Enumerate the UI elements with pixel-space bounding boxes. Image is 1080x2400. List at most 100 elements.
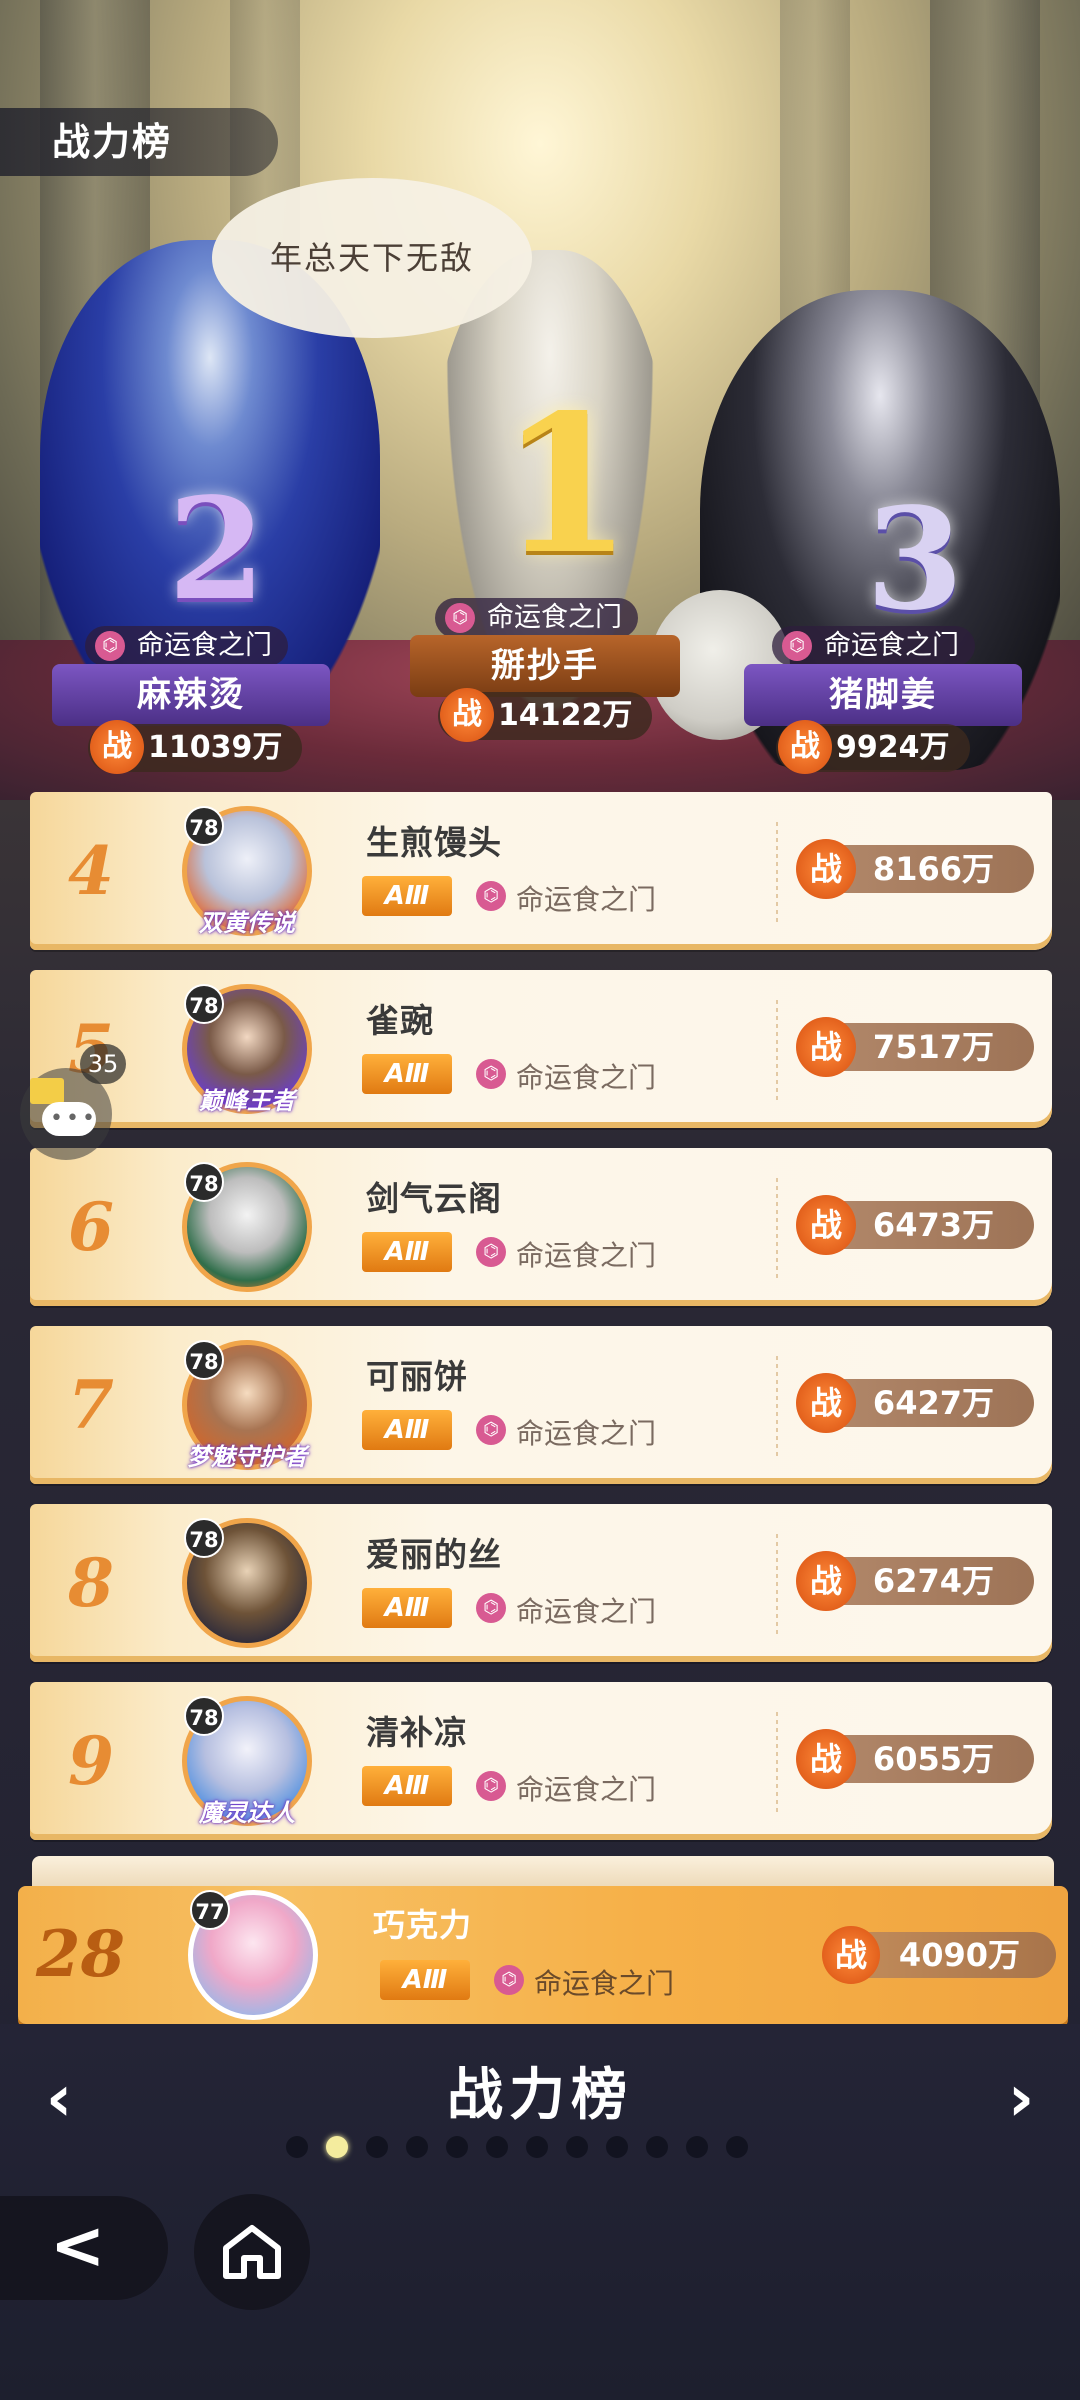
podium-3-name[interactable]: 猪脚姜	[744, 664, 1022, 726]
page-dot[interactable]	[486, 2136, 508, 2158]
power-icon: 战	[90, 720, 144, 774]
guild-name: 命运食之门	[516, 883, 657, 916]
next-board-arrow[interactable]: ›	[986, 2064, 1056, 2134]
page-dot[interactable]	[686, 2136, 708, 2158]
home-button[interactable]	[194, 2194, 310, 2310]
title-badge: 梦魅守护者	[187, 1443, 307, 1471]
podium-2-name[interactable]: 麻辣烫	[52, 664, 330, 726]
page-dot[interactable]	[286, 2136, 308, 2158]
guild-name: 命运食之门	[516, 1417, 657, 1450]
podium-2-power: 战 11039万	[88, 720, 303, 774]
guild-label: ⌬ 命运食之门	[476, 1412, 656, 1452]
player-name: 生煎馒头	[366, 823, 502, 862]
table-row[interactable]: 8 78 爱丽的丝 AⅢ ⌬ 命运食之门 战 6274万	[30, 1504, 1052, 1662]
level-badge: 78	[184, 1518, 224, 1558]
player-name: 可丽饼	[366, 1357, 468, 1396]
guild-name: 命运食之门	[516, 1595, 657, 1628]
player-avatar[interactable]: 78	[182, 1162, 312, 1292]
guild-icon: ⌬	[95, 631, 125, 661]
row-divider	[776, 1712, 778, 1812]
row-rank: 9	[68, 1722, 114, 1800]
guild-icon: ⌬	[476, 1771, 506, 1801]
level-badge: 77	[190, 1890, 230, 1930]
my-name: 巧克力	[373, 1906, 473, 1944]
power-value: 4090万	[898, 1936, 1020, 1974]
guild-icon: ⌬	[494, 1965, 524, 1995]
table-row[interactable]: 4 78 双黄传说 生煎馒头 AⅢ ⌬ 命运食之门 战 8166万	[30, 792, 1052, 950]
row-rank: 4	[68, 832, 114, 910]
page-dot[interactable]	[566, 2136, 588, 2158]
page-title: 战力榜	[0, 108, 278, 176]
guild-icon: ⌬	[476, 1059, 506, 1089]
page-indicator[interactable]	[286, 2136, 748, 2162]
podium-1-name[interactable]: 掰抄手	[410, 635, 680, 697]
home-icon	[223, 2225, 281, 2279]
row-divider	[776, 1178, 778, 1278]
my-avatar[interactable]: 77	[188, 1890, 318, 2020]
tier-badge: AⅢ	[362, 1054, 452, 1094]
power-pill: 战 7517万	[796, 1017, 1034, 1077]
page-dot[interactable]	[526, 2136, 548, 2158]
page-dot[interactable]	[606, 2136, 628, 2158]
player-avatar[interactable]: 78 梦魅守护者	[182, 1340, 312, 1471]
page-dot[interactable]	[326, 2136, 348, 2158]
table-row[interactable]: 5 78 巅峰王者 雀豌 AⅢ ⌬ 命运食之门 战 7517万	[30, 970, 1052, 1128]
guild-icon: ⌬	[476, 881, 506, 911]
board-title: 战力榜	[447, 2063, 633, 2128]
podium-2-guild-label: 命运食之门	[137, 630, 272, 661]
row-rank: 8	[68, 1544, 114, 1622]
guild-label: ⌬ 命运食之门	[476, 1768, 656, 1808]
guild-name: 命运食之门	[516, 1239, 657, 1272]
guild-name: 命运食之门	[534, 1967, 675, 2000]
power-pill: 战 6427万	[796, 1373, 1034, 1433]
row-divider	[776, 1356, 778, 1456]
my-ranking-row[interactable]: 28 77 巧克力 AⅢ ⌬ 命运食之门 战 4090万	[18, 1886, 1068, 2024]
guild-label: ⌬ 命运食之门	[494, 1962, 674, 2002]
power-icon: 战	[778, 720, 832, 774]
guild-icon: ⌬	[782, 631, 812, 661]
chat-unread-count: 35	[80, 1044, 126, 1084]
level-badge: 78	[184, 806, 224, 846]
row-rank: 7	[68, 1366, 114, 1444]
podium-2-guild: ⌬ 命运食之门	[85, 626, 288, 666]
power-pill: 战 6274万	[796, 1551, 1034, 1611]
level-badge: 78	[184, 1696, 224, 1736]
power-pill: 战 8166万	[796, 839, 1034, 899]
player-avatar[interactable]: 78 魔灵达人	[182, 1696, 312, 1827]
guild-label: ⌬ 命运食之门	[476, 1590, 656, 1630]
level-badge: 78	[184, 1340, 224, 1380]
prev-board-arrow[interactable]: ‹	[24, 2064, 94, 2134]
table-row[interactable]: 9 78 魔灵达人 清补凉 AⅢ ⌬ 命运食之门 战 6055万	[30, 1682, 1052, 1840]
back-button[interactable]: <	[0, 2196, 168, 2300]
power-value: 6473万	[872, 1206, 994, 1244]
guild-icon: ⌬	[476, 1237, 506, 1267]
tier-badge: AⅢ	[362, 876, 452, 916]
podium-rank-2-numeral: 2	[168, 468, 266, 632]
page-dot[interactable]	[366, 2136, 388, 2158]
table-row[interactable]: 6 78 剑气云阁 AⅢ ⌬ 命运食之门 战 6473万	[30, 1148, 1052, 1306]
power-icon: 战	[796, 1551, 856, 1611]
title-badge: 双黄传说	[199, 909, 295, 937]
guild-name: 命运食之门	[516, 1061, 657, 1094]
guild-label: ⌬ 命运食之门	[476, 878, 656, 918]
power-value: 8166万	[872, 850, 994, 888]
player-avatar[interactable]: 78 巅峰王者	[182, 984, 312, 1115]
page-dot[interactable]	[446, 2136, 468, 2158]
page-dot[interactable]	[646, 2136, 668, 2158]
row-rank: 6	[68, 1188, 114, 1266]
player-avatar[interactable]: 78 双黄传说	[182, 806, 312, 937]
podium-3-guild-label: 命运食之门	[824, 630, 959, 661]
podium-1-guild: ⌬ 命运食之门	[435, 598, 638, 638]
page-dot[interactable]	[406, 2136, 428, 2158]
player-avatar[interactable]: 78	[182, 1518, 312, 1648]
page-dot[interactable]	[726, 2136, 748, 2158]
guild-label: ⌬ 命运食之门	[476, 1234, 656, 1274]
player-name: 剑气云阁	[366, 1179, 502, 1218]
chat-dots-icon: •••	[50, 1106, 98, 1131]
power-value: 7517万	[872, 1028, 994, 1066]
table-row[interactable]: 7 78 梦魅守护者 可丽饼 AⅢ ⌬ 命运食之门 战 6427万	[30, 1326, 1052, 1484]
guild-icon: ⌬	[476, 1593, 506, 1623]
level-badge: 78	[184, 984, 224, 1024]
power-icon: 战	[822, 1926, 880, 1984]
podium-3-guild: ⌬ 命运食之门	[772, 626, 975, 666]
